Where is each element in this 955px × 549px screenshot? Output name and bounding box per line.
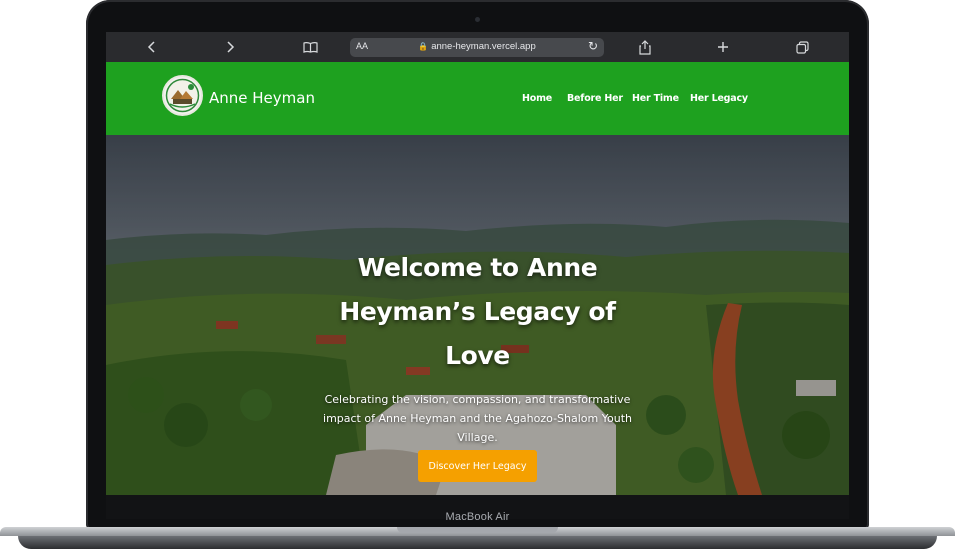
browser-window: AA 🔒 anne-heyman.vercel.app ↻ Anne Heyma… <box>106 32 849 495</box>
browser-toolbar: AA 🔒 anne-heyman.vercel.app ↻ <box>106 32 849 62</box>
model-label: MacBook Air <box>445 511 510 523</box>
site-logo[interactable] <box>162 75 203 116</box>
book-icon[interactable] <box>302 39 318 55</box>
hero-heading: Welcome to Anne Heyman’s Legacy of Love <box>339 253 616 370</box>
chevron-right-icon[interactable] <box>222 39 238 55</box>
hero-section: Welcome to Anne Heyman’s Legacy of Love … <box>106 135 849 495</box>
camera-icon <box>475 17 480 22</box>
trackpad-notch <box>397 527 558 533</box>
chevron-left-icon[interactable] <box>144 39 160 55</box>
nav-before-her[interactable]: Before Her <box>567 93 623 104</box>
plus-icon[interactable] <box>715 39 731 55</box>
laptop-base <box>0 527 955 549</box>
hero-subheading: Celebrating the vision, compassion, and … <box>323 393 632 444</box>
lock-icon: 🔒 <box>418 42 429 51</box>
share-icon[interactable] <box>637 39 653 55</box>
reload-icon[interactable]: ↻ <box>588 39 598 53</box>
address-bar[interactable]: AA 🔒 anne-heyman.vercel.app ↻ <box>350 38 604 57</box>
site-header: Anne Heyman Home Before Her Her Time Her… <box>106 62 849 135</box>
nav-her-time[interactable]: Her Time <box>632 93 679 104</box>
url-text: anne-heyman.vercel.app <box>431 41 536 52</box>
nav-her-legacy[interactable]: Her Legacy <box>690 93 748 104</box>
tabs-icon[interactable] <box>794 39 810 55</box>
nav-home[interactable]: Home <box>522 93 552 104</box>
site-title[interactable]: Anne Heyman <box>209 89 315 107</box>
discover-legacy-button[interactable]: Discover Her Legacy <box>418 450 537 482</box>
